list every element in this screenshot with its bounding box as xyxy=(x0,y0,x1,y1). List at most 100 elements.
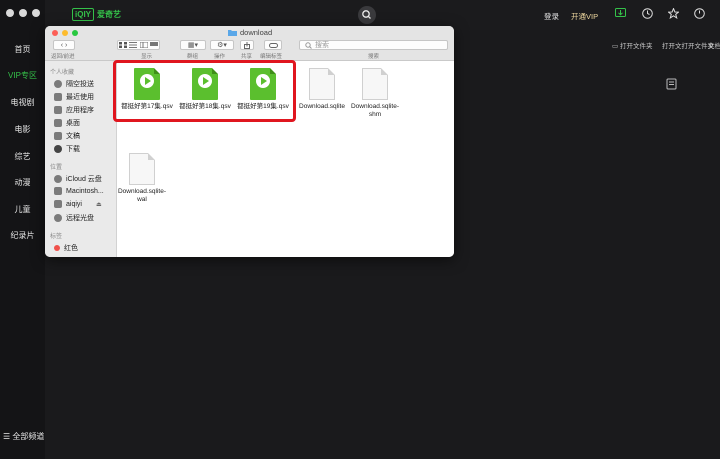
sidebar-item-label: 应用程序 xyxy=(66,107,94,114)
disc-icon xyxy=(54,214,62,222)
sidebar-item-icloud[interactable]: iCloud 云盘 xyxy=(54,174,102,184)
label-group: 群组 xyxy=(187,54,199,60)
sidebar-item-label: 最近使用 xyxy=(66,94,94,101)
login-link[interactable]: 登录 xyxy=(544,11,559,22)
document-file-icon xyxy=(129,153,155,185)
tag-icon xyxy=(268,42,278,48)
finder-search-icon xyxy=(305,41,312,49)
sidebar-item-label: aiqiyi xyxy=(66,200,82,208)
action-button[interactable]: ⚙▾ xyxy=(210,40,234,50)
zoom-window-button[interactable] xyxy=(32,9,40,17)
open-folder-label-1: 打开文件夹 xyxy=(619,43,653,50)
sidebar-item-label: iCloud 云盘 xyxy=(66,176,102,183)
file-item-sqlite[interactable]: Download.sqlite xyxy=(292,68,352,111)
sidebar-item-label: 文稿 xyxy=(66,133,80,140)
disk-icon xyxy=(54,200,62,208)
note-icon[interactable] xyxy=(666,78,678,90)
star-icon[interactable] xyxy=(668,8,679,19)
download-icon[interactable] xyxy=(615,8,626,19)
file-name: Download.sqlite-wal xyxy=(117,188,167,203)
nav-kids[interactable]: 儿童 xyxy=(0,204,45,215)
nav-anime[interactable]: 动漫 xyxy=(0,177,45,188)
history-icon[interactable] xyxy=(642,8,653,19)
disk-icon xyxy=(54,187,62,195)
all-channels-button[interactable]: ☰ 全部频道 xyxy=(3,431,44,442)
recents-icon xyxy=(54,93,62,101)
app-sidebar: 首页 VIP专区 电视剧 电影 综艺 动漫 儿童 纪录片 ☰ 全部频道 xyxy=(0,0,45,459)
eject-icon[interactable]: ⏏ xyxy=(96,201,102,208)
file-item-sqlite-wal[interactable]: Download.sqlite-wal xyxy=(117,153,167,204)
logo-text: 爱奇艺 xyxy=(97,10,122,19)
search-icon xyxy=(362,10,371,19)
open-vip-link[interactable]: 开通VIP xyxy=(571,11,598,22)
sidebar-item-airdrop[interactable]: 隔空投送 xyxy=(54,79,94,89)
sidebar-item-documents[interactable]: 文稿 xyxy=(54,131,80,141)
tags-heading: 标签 xyxy=(50,234,63,240)
sidebar-item-aiqiyi[interactable]: aiqiyi ⏏ xyxy=(54,200,102,208)
sidebar-item-label: 隔空投送 xyxy=(66,81,94,88)
label-search: 搜索 xyxy=(368,54,380,60)
airdrop-icon xyxy=(54,80,62,88)
sidebar-item-recents[interactable]: 最近使用 xyxy=(54,92,94,102)
finder-zoom-button[interactable] xyxy=(72,30,78,36)
favorites-heading: 个人收藏 xyxy=(50,70,75,76)
window-controls xyxy=(6,9,40,17)
sidebar-item-label: 远程光盘 xyxy=(66,215,94,222)
finder-title: download xyxy=(228,28,272,37)
nav-documentary[interactable]: 纪录片 xyxy=(0,230,45,241)
search-button[interactable] xyxy=(358,6,376,24)
close-window-button[interactable] xyxy=(6,9,14,17)
documents-icon xyxy=(54,132,62,140)
nav-movie[interactable]: 电影 xyxy=(0,124,45,135)
finder-minimize-button[interactable] xyxy=(62,30,68,36)
share-button[interactable] xyxy=(240,40,254,50)
document-file-icon xyxy=(309,68,335,100)
sidebar-item-remote-disc[interactable]: 远程光盘 xyxy=(54,213,94,223)
document-file-icon xyxy=(362,68,388,100)
applications-icon xyxy=(54,106,62,114)
label-back-forward: 返回/前进 xyxy=(51,54,75,60)
file-item-sqlite-shm[interactable]: Download.sqlite-shm xyxy=(350,68,400,119)
nav-home[interactable]: 首页 xyxy=(0,44,45,55)
nav-vip[interactable]: VIP专区 xyxy=(0,70,45,81)
sidebar-item-desktop[interactable]: 桌面 xyxy=(54,118,80,128)
finder-close-button[interactable] xyxy=(52,30,58,36)
minimize-window-button[interactable] xyxy=(19,9,27,17)
file-name: Download.sqlite-shm xyxy=(350,103,400,118)
share-icon xyxy=(244,41,250,49)
back-forward-buttons[interactable]: ‹ › xyxy=(53,40,75,50)
search-field[interactable]: 搜索 xyxy=(299,40,448,50)
desktop-icon xyxy=(54,119,62,127)
tags-button[interactable] xyxy=(264,40,282,50)
doc-link[interactable]: 文档 xyxy=(708,40,720,50)
gallery-view-icon xyxy=(149,42,158,46)
finder-sidebar: 个人收藏 隔空投送 最近使用 应用程序 桌面 文稿 下载 位置 iCloud 云… xyxy=(45,61,117,257)
nav-tv[interactable]: 电视剧 xyxy=(0,97,45,108)
logo-box: iQIY xyxy=(72,8,95,21)
list-view-icon xyxy=(129,42,138,48)
open-folder-link-1[interactable]: ▭ 打开文件夹 xyxy=(612,40,652,50)
open-folder-link-2[interactable]: 打开文打开文件夹 xyxy=(662,40,714,50)
sidebar-item-applications[interactable]: 应用程序 xyxy=(54,105,94,115)
icon-view-icon xyxy=(119,42,128,48)
finder-titlebar: download ‹ › ▦▾ ⚙▾ 搜索 xyxy=(45,26,454,50)
settings-icon[interactable] xyxy=(694,8,705,19)
sidebar-item-label: Macintosh... xyxy=(66,187,104,195)
sidebar-item-label: 红色 xyxy=(64,245,78,252)
label-action: 操作 xyxy=(214,54,226,60)
view-toggle[interactable] xyxy=(117,40,160,50)
folder-icon xyxy=(228,30,237,36)
red-tag-icon xyxy=(54,245,60,251)
cloud-icon xyxy=(54,175,62,183)
downloads-icon xyxy=(54,145,62,153)
nav-variety[interactable]: 综艺 xyxy=(0,151,45,162)
file-name: Download.sqlite xyxy=(299,103,345,110)
locations-heading: 位置 xyxy=(50,165,63,171)
iqiyi-logo[interactable]: iQIY 爱奇艺 xyxy=(72,8,121,21)
column-view-icon xyxy=(139,42,148,48)
sidebar-item-label: 下载 xyxy=(66,146,80,153)
sidebar-item-macintosh[interactable]: Macintosh... xyxy=(54,187,104,195)
sidebar-item-tag-red[interactable]: 红色 xyxy=(54,243,78,253)
sidebar-item-downloads[interactable]: 下载 xyxy=(54,144,80,154)
group-button[interactable]: ▦▾ xyxy=(180,40,206,50)
